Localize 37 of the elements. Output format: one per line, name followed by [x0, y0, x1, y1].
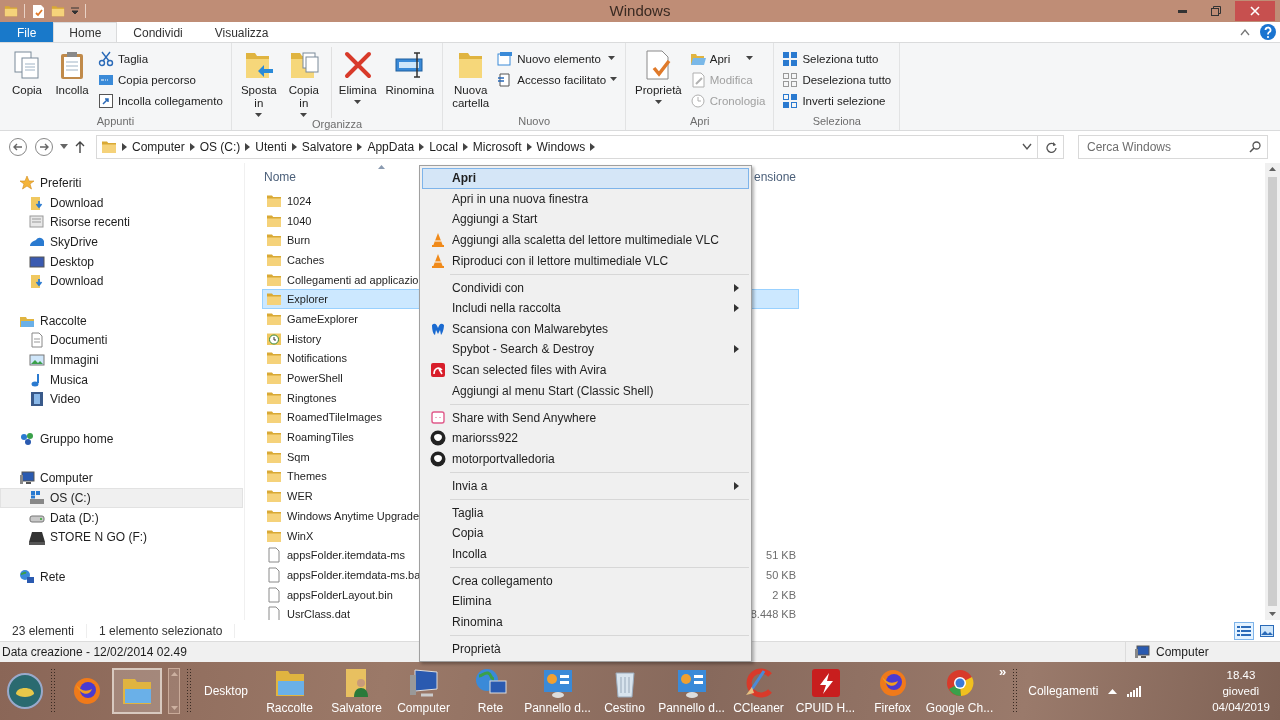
- group-label: Organizza: [310, 118, 364, 132]
- details-text: Data creazione - 12/02/2014 02.49: [2, 645, 187, 659]
- file-name: GameExplorer: [287, 312, 358, 325]
- file-name: WER: [287, 490, 313, 503]
- window-title: Windows: [609, 2, 671, 19]
- file-size: 50 KB: [765, 568, 797, 581]
- file-name: History: [287, 332, 322, 345]
- file-name: PowerShell: [287, 372, 343, 385]
- group-label: Apri: [688, 115, 711, 129]
- file-size: 51 KB: [765, 549, 797, 562]
- file-name: Windows Anytime Upgrade: [287, 509, 420, 522]
- location-label: Computer: [1156, 645, 1209, 659]
- file-size: 8.448 KB: [749, 608, 797, 620]
- file-name: appsFolderLayout.bin: [287, 588, 393, 601]
- file-name: appsFolder.itemdata-ms: [287, 549, 405, 562]
- file-name: Burn: [287, 234, 311, 247]
- selection-count: 1 elemento selezionato: [99, 623, 236, 638]
- file-name: 1024: [287, 194, 312, 207]
- toolbar-label: Desktop: [204, 684, 249, 698]
- file-name: Themes: [287, 470, 327, 483]
- file-name: Collegamenti ad applicazio: [287, 273, 419, 286]
- file-name: WinX: [287, 529, 314, 542]
- file-name: RoamingTiles: [287, 431, 354, 444]
- file-name: Caches: [287, 253, 325, 266]
- file-name: 1040: [287, 214, 312, 227]
- item-count: 23 elementi: [12, 623, 88, 638]
- file-name: UsrClass.dat: [287, 608, 350, 620]
- group-label: Seleziona: [811, 115, 862, 129]
- group-label: Appunti: [95, 115, 136, 129]
- file-name: Notifications: [287, 352, 347, 365]
- group-label: Nuovo: [517, 115, 551, 129]
- file-name: Ringtones: [287, 391, 337, 404]
- file-name: RoamedTileImages: [287, 411, 382, 424]
- file-name: appsFolder.itemdata-ms.ba: [287, 568, 421, 581]
- file-size: 2 KB: [771, 588, 797, 601]
- file-name: Sqm: [287, 450, 310, 463]
- file-name: Explorer: [287, 293, 328, 306]
